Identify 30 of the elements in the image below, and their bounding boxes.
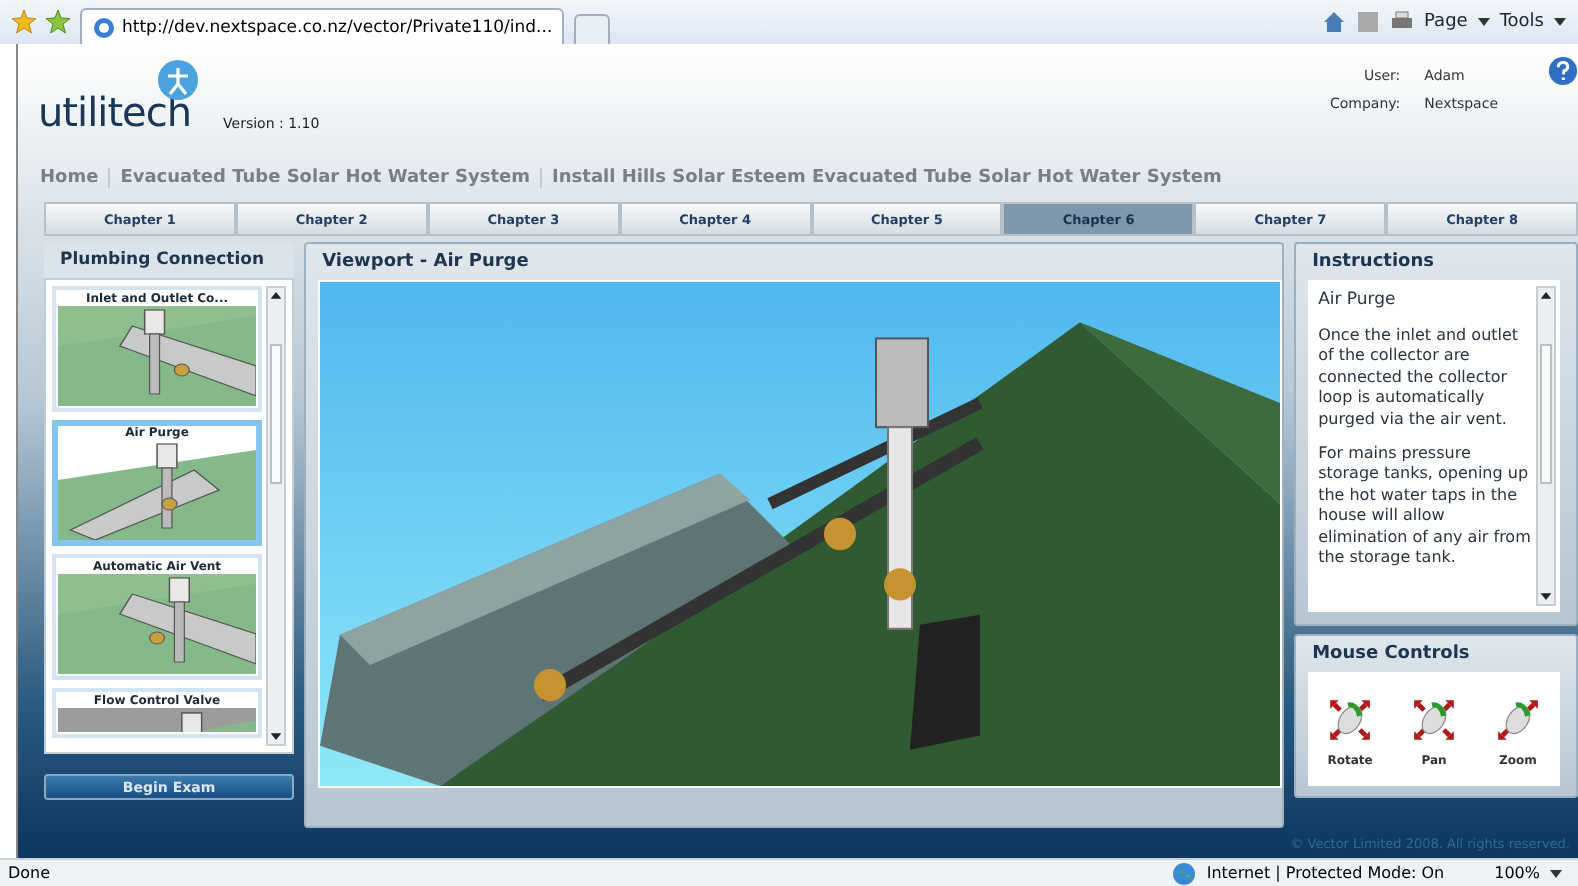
instruction-heading: Air Purge <box>1318 290 1398 313</box>
toolbar-menu[interactable]: Tools <box>1499 12 1544 32</box>
caret-icon[interactable] <box>1554 18 1566 26</box>
scrollbar[interactable] <box>1536 286 1556 606</box>
browser-tab[interactable]: http://dev.nextspace.co.nz/vector/Private110/ind... <box>80 7 565 45</box>
help-icon[interactable] <box>1548 56 1578 86</box>
scroll-down-icon[interactable] <box>1538 588 1554 604</box>
scrollbar[interactable] <box>266 286 287 746</box>
caret-icon[interactable] <box>1550 869 1562 877</box>
toolbar-menu[interactable]: Page <box>1424 12 1468 32</box>
zoom-level[interactable]: 100% <box>1494 864 1540 882</box>
panel-title: Instructions <box>1310 250 1436 276</box>
add-favorite-icon[interactable] <box>46 10 70 34</box>
caret-icon[interactable] <box>1477 18 1490 26</box>
print-icon[interactable] <box>1390 10 1415 34</box>
home-icon[interactable] <box>1322 10 1347 34</box>
scroll-down-icon[interactable] <box>268 728 285 744</box>
favorites-star-icon[interactable] <box>12 10 36 34</box>
instruction-paragraph: Once the inlet and outlet of the collector are connected the collector loop is automatically purged via the air vent. <box>1318 326 1521 430</box>
scroll-up-icon[interactable] <box>1538 288 1554 304</box>
panel-title: Mouse Controls <box>1310 642 1472 668</box>
status-text: Done <box>8 864 51 882</box>
logo-text: utilitech <box>38 88 192 136</box>
tab-title: http://dev.nextspace.co.nz/vector/Private110/ind... <box>122 17 553 37</box>
scroll-up-icon[interactable] <box>268 288 285 304</box>
security-zone: Internet | Protected Mode: On <box>1206 864 1445 882</box>
panel-title: Plumbing Connection <box>44 242 295 278</box>
instruction-paragraph: For mains pressure storage tanks, opening up the hot water taps in the house will allow elimination of any air from the storage tank. <box>1318 444 1532 569</box>
globe-icon <box>1172 861 1197 885</box>
panel-title: Viewport - Air Purge <box>320 250 531 276</box>
